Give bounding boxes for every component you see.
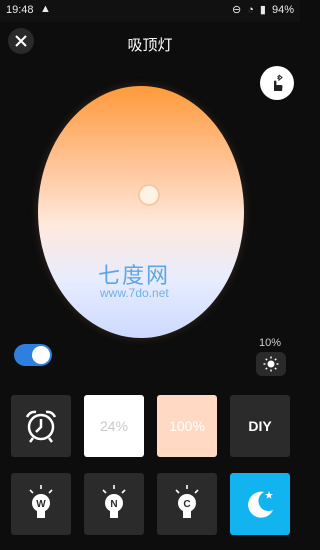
svg-text:N: N [110,499,117,510]
color-temperature-wheel[interactable] [38,86,244,338]
power-toggle[interactable] [14,344,52,366]
bulb-w-icon: W [29,485,53,518]
svg-text:W: W [36,499,46,510]
bulb-c-icon: C [175,485,199,518]
sun-icon [263,356,279,372]
status-icons: ⊖ ◔ ▮ 94% [232,3,294,17]
brightness-button[interactable] [256,352,286,376]
svg-text:C: C [183,499,190,510]
warm-bulb-button[interactable]: W [11,473,71,535]
diy-button[interactable]: DIY [230,395,290,457]
color-picker-knob[interactable] [138,184,160,206]
watermark-url: www.7do.net [100,286,169,300]
preset-warm-100-label: 100% [169,418,205,434]
toggle-knob [32,346,50,364]
alarm-button[interactable] [11,395,71,457]
night-mode-button[interactable] [230,473,290,535]
preset-white-24[interactable]: 24% [84,395,144,457]
brightness-percent: 10% [259,337,282,349]
bulb-n-icon: N [102,485,126,518]
hand-bluetooth-icon [274,74,283,91]
preset-warm-100[interactable]: 100% [157,395,217,457]
wifi-icon: ◔ [247,3,254,16]
page-title: 吸顶灯 [127,37,173,54]
battery-level: 94% [271,3,294,16]
cast-icon: ⊖ [232,4,242,16]
diy-label: DIY [248,418,272,434]
alarm-clock-icon [25,410,57,443]
bluetooth-gesture-button[interactable] [260,66,294,100]
warning-icon: ▲ [40,3,51,15]
moon-icon [248,491,273,518]
neutral-bulb-button[interactable]: N [84,473,144,535]
battery-icon: ▮ [259,4,266,16]
status-time: 19:48 [6,4,34,16]
preset-white-24-label: 24% [99,418,129,434]
cool-bulb-button[interactable]: C [157,473,217,535]
